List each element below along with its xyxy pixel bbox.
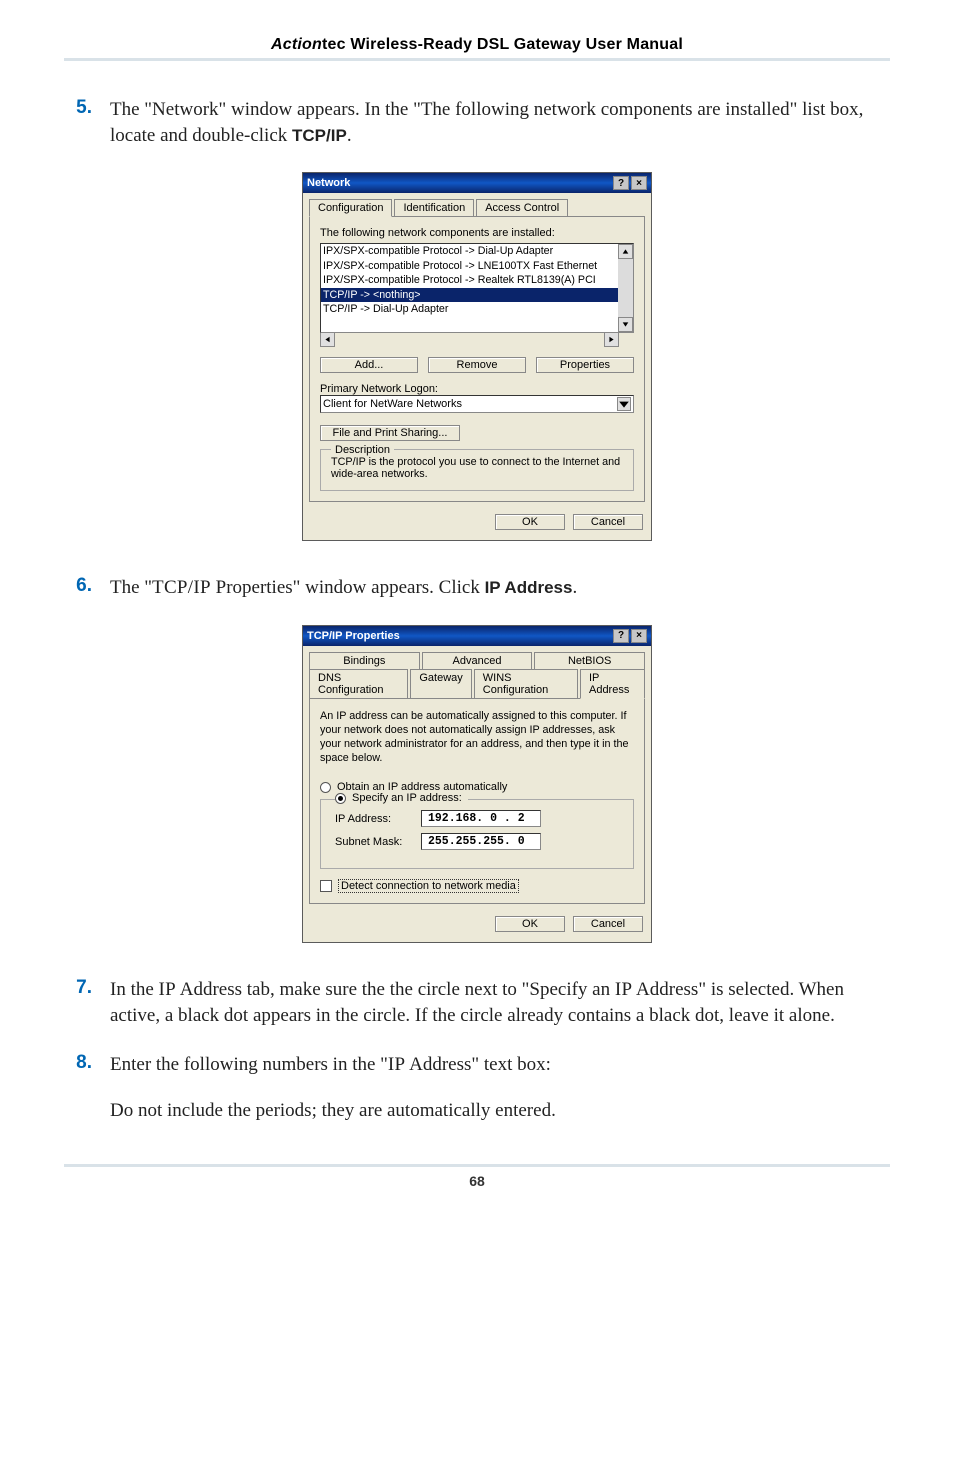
specify-group: Specify an IP address: IP Address: 192.1…: [320, 799, 634, 869]
step-8-para2: Do not include the periods; they are aut…: [110, 1098, 556, 1124]
step-7-sc2: IP: [615, 979, 633, 1000]
step-8-body: Enter the following numbers in the "IP A…: [110, 1052, 556, 1123]
hscroll-right-icon[interactable]: [604, 332, 619, 347]
step-6-body: The "TCP/IP Properties" window appears. …: [110, 575, 577, 601]
help-button[interactable]: ?: [613, 176, 629, 190]
step-8-number: 8.: [64, 1052, 92, 1123]
description-group: Description TCP/IP is the protocol you u…: [320, 449, 634, 491]
primary-logon-combo[interactable]: Client for NetWare Networks: [320, 395, 634, 413]
step-5-text-b: .: [347, 125, 352, 146]
add-button[interactable]: Add...: [320, 357, 418, 373]
subnet-mask-label: Subnet Mask:: [335, 836, 411, 848]
tcpip-titlebar[interactable]: TCP/IP Properties ? ×: [303, 626, 651, 646]
footer-rule: [64, 1164, 890, 1167]
step-6-text-b: Properties" window appears. Click: [211, 577, 485, 598]
step-6-text-c: .: [572, 577, 577, 598]
close-button[interactable]: ×: [631, 176, 647, 190]
tab-wins[interactable]: WINS Configuration: [474, 669, 578, 698]
cancel-button[interactable]: Cancel: [573, 916, 643, 932]
step-7-number: 7.: [64, 977, 92, 1028]
radio-specify[interactable]: Specify an IP address:: [335, 792, 468, 804]
step-7-text-b: Address tab, make sure the the circle ne…: [176, 979, 615, 1000]
components-label: The following network components are ins…: [320, 227, 634, 239]
help-button[interactable]: ?: [613, 629, 629, 643]
ip-intro-text: An IP address can be automatically assig…: [320, 709, 634, 765]
radio-specify-label: Specify an IP address:: [352, 792, 462, 804]
list-item[interactable]: IPX/SPX-compatible Protocol -> Dial-Up A…: [321, 244, 633, 258]
step-5-text-a: The "Network" window appears. In the "Th…: [110, 99, 863, 146]
network-dialog: Network ? × Configuration Identification…: [302, 172, 652, 541]
brand-rest: tec: [322, 36, 346, 53]
list-item[interactable]: TCP/IP -> Dial-Up Adapter: [321, 302, 633, 316]
step-6-text-a: The ": [110, 577, 152, 598]
description-body: TCP/IP is the protocol you use to connec…: [331, 456, 623, 480]
step-6-bold: IP Address: [485, 578, 573, 597]
list-item[interactable]: IPX/SPX-compatible Protocol -> Realtek R…: [321, 273, 633, 287]
subnet-mask-input[interactable]: 255.255.255. 0: [421, 833, 541, 850]
brand-italic: Action: [271, 36, 322, 53]
header-title: Wireless-Ready DSL Gateway User Manual: [346, 36, 683, 53]
combo-value: Client for NetWare Networks: [323, 398, 462, 410]
scroll-down-icon[interactable]: [618, 317, 633, 332]
radio-icon: [320, 782, 331, 793]
tcpip-title: TCP/IP Properties: [307, 630, 400, 642]
primary-logon-label: Primary Network Logon:: [320, 383, 634, 395]
page-footer: 68: [64, 1164, 890, 1189]
step-7-text-a: In the: [110, 979, 159, 1000]
network-title: Network: [307, 177, 350, 189]
tab-ip-address[interactable]: IP Address: [580, 669, 645, 699]
step-8-text-b: Address" text box:: [405, 1054, 551, 1075]
list-item[interactable]: IPX/SPX-compatible Protocol -> LNE100TX …: [321, 259, 633, 273]
step-5-body: The "Network" window appears. In the "Th…: [110, 97, 890, 148]
components-listbox[interactable]: IPX/SPX-compatible Protocol -> Dial-Up A…: [320, 243, 634, 333]
step-6-number: 6.: [64, 575, 92, 601]
checkbox-icon: [320, 880, 332, 892]
network-titlebar[interactable]: Network ? ×: [303, 173, 651, 193]
tcpip-dialog: TCP/IP Properties ? × Bindings Advanced …: [302, 625, 652, 943]
radio-icon: [335, 793, 346, 804]
ok-button[interactable]: OK: [495, 916, 565, 932]
tab-gateway[interactable]: Gateway: [410, 669, 471, 698]
tab-configuration[interactable]: Configuration: [309, 199, 392, 217]
ip-address-input[interactable]: 192.168. 0 . 2: [421, 810, 541, 827]
detect-label: Detect connection to network media: [338, 879, 519, 893]
scrollbar[interactable]: [618, 244, 633, 332]
step-5-number: 5.: [64, 97, 92, 148]
step-5-bold: TCP/IP: [292, 126, 347, 145]
chevron-down-icon[interactable]: [617, 397, 631, 411]
tab-identification[interactable]: Identification: [394, 199, 474, 216]
step-6-sc: TCP/IP: [152, 577, 211, 598]
scroll-up-icon[interactable]: [618, 244, 633, 259]
tab-access-control[interactable]: Access Control: [476, 199, 568, 216]
header-rule: [64, 58, 890, 61]
detect-checkbox[interactable]: Detect connection to network media: [320, 879, 634, 893]
tab-advanced[interactable]: Advanced: [422, 652, 533, 669]
page-header: Actiontec Wireless-Ready DSL Gateway Use…: [64, 36, 890, 54]
file-print-sharing-button[interactable]: File and Print Sharing...: [320, 425, 460, 441]
list-item-selected[interactable]: TCP/IP -> <nothing>: [321, 288, 633, 302]
description-title: Description: [331, 444, 394, 456]
step-8-sc: IP: [388, 1054, 406, 1075]
cancel-button[interactable]: Cancel: [573, 514, 643, 530]
tab-dns[interactable]: DNS Configuration: [309, 669, 408, 698]
page-number: 68: [64, 1173, 890, 1189]
step-7-body: In the IP Address tab, make sure the the…: [110, 977, 890, 1028]
step-8-text-a: Enter the following numbers in the ": [110, 1054, 388, 1075]
properties-button[interactable]: Properties: [536, 357, 634, 373]
remove-button[interactable]: Remove: [428, 357, 526, 373]
step-7-sc1: IP: [159, 979, 177, 1000]
tab-netbios[interactable]: NetBIOS: [534, 652, 645, 669]
ok-button[interactable]: OK: [495, 514, 565, 530]
hscroll-left-icon[interactable]: [320, 332, 335, 347]
tab-bindings[interactable]: Bindings: [309, 652, 420, 669]
ip-address-label: IP Address:: [335, 813, 411, 825]
close-button[interactable]: ×: [631, 629, 647, 643]
